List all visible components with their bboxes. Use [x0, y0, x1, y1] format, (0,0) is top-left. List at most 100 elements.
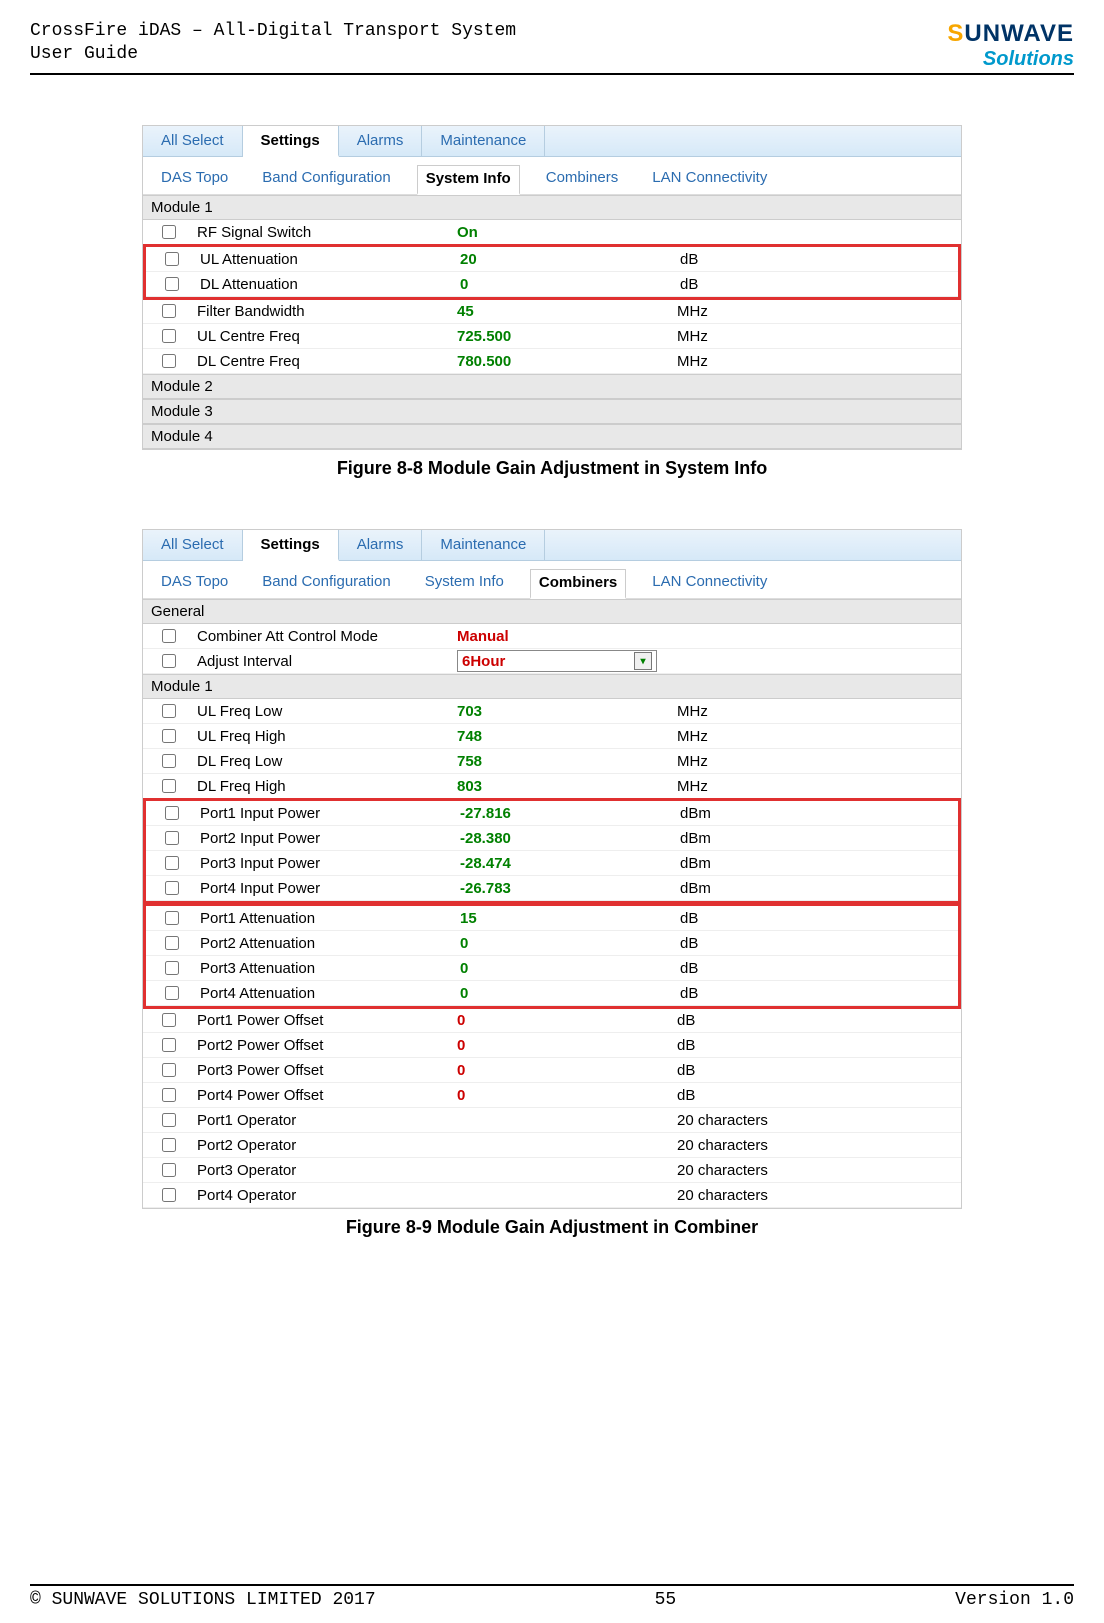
subtab-system-info[interactable]: System Info — [417, 569, 512, 598]
checkbox[interactable] — [162, 1063, 176, 1077]
doc-subtitle: User Guide — [30, 43, 516, 66]
param-label: Port3 Power Offset — [193, 1062, 457, 1079]
param-unit: dB — [680, 985, 820, 1002]
tab-all-select[interactable]: All Select — [143, 530, 243, 560]
param-unit: 20 characters — [677, 1112, 817, 1129]
checkbox[interactable] — [165, 936, 179, 950]
row-p4-att: Port4 Attenuation0dB — [146, 981, 958, 1006]
checkbox[interactable] — [162, 729, 176, 743]
checkbox[interactable] — [162, 754, 176, 768]
param-unit: dB — [680, 251, 820, 268]
tab-maintenance[interactable]: Maintenance — [422, 126, 545, 156]
param-value: 725.500 — [457, 328, 677, 345]
doc-title: CrossFire iDAS – All-Digital Transport S… — [30, 20, 516, 43]
subtab-system-info[interactable]: System Info — [417, 165, 520, 195]
param-value: Manual — [457, 628, 677, 645]
tab-settings[interactable]: Settings — [243, 126, 339, 157]
section-module1[interactable]: Module 1 — [143, 195, 961, 220]
row-p2-op: Port2 Operator20 characters — [143, 1133, 961, 1158]
checkbox[interactable] — [165, 856, 179, 870]
checkbox[interactable] — [165, 986, 179, 1000]
checkbox[interactable] — [162, 779, 176, 793]
param-value: 748 — [457, 728, 677, 745]
param-label: Port1 Input Power — [196, 805, 460, 822]
header-text: CrossFire iDAS – All-Digital Transport S… — [30, 20, 516, 67]
footer-copyright: © SUNWAVE SOLUTIONS LIMITED 2017 — [30, 1590, 376, 1610]
section-module3[interactable]: Module 3 — [143, 399, 961, 424]
chevron-down-icon: ▾ — [634, 652, 652, 670]
param-unit: dB — [680, 910, 820, 927]
subtab-band-config[interactable]: Band Configuration — [254, 569, 398, 598]
row-p1-off: Port1 Power Offset0dB — [143, 1008, 961, 1033]
logo-letter: WAVE — [1001, 20, 1074, 47]
row-dl-centre: DL Centre Freq 780.500 MHz — [143, 349, 961, 374]
subtab-lan[interactable]: LAN Connectivity — [644, 569, 775, 598]
row-p2-att: Port2 Attenuation0dB — [146, 931, 958, 956]
checkbox[interactable] — [162, 1163, 176, 1177]
section-module1[interactable]: Module 1 — [143, 674, 961, 699]
checkbox[interactable] — [165, 831, 179, 845]
row-dl-att: DL Attenuation 0 dB — [146, 272, 958, 297]
checkbox[interactable] — [162, 629, 176, 643]
section-general[interactable]: General — [143, 599, 961, 624]
checkbox[interactable] — [162, 304, 176, 318]
subtab-band-config[interactable]: Band Configuration — [254, 165, 398, 194]
row-p4-op: Port4 Operator20 characters — [143, 1183, 961, 1208]
checkbox[interactable] — [165, 911, 179, 925]
row-p2-off: Port2 Power Offset0dB — [143, 1033, 961, 1058]
checkbox[interactable] — [162, 1113, 176, 1127]
checkbox[interactable] — [162, 329, 176, 343]
checkbox[interactable] — [162, 1013, 176, 1027]
param-label: Port4 Attenuation — [196, 985, 460, 1002]
param-value: 0 — [457, 1012, 677, 1029]
param-label: Port3 Input Power — [196, 855, 460, 872]
subtab-combiners[interactable]: Combiners — [538, 165, 627, 194]
param-unit: MHz — [677, 703, 817, 720]
section-module4[interactable]: Module 4 — [143, 424, 961, 449]
subtab-combiners[interactable]: Combiners — [530, 569, 626, 599]
checkbox[interactable] — [162, 1188, 176, 1202]
subtab-das-topo[interactable]: DAS Topo — [153, 165, 236, 194]
param-unit: dB — [677, 1062, 817, 1079]
checkbox[interactable] — [165, 252, 179, 266]
param-value: 0 — [460, 960, 680, 977]
param-label: Port2 Input Power — [196, 830, 460, 847]
checkbox[interactable] — [162, 704, 176, 718]
param-unit: MHz — [677, 778, 817, 795]
param-value: 0 — [457, 1037, 677, 1054]
top-tabs: All Select Settings Alarms Maintenance — [143, 126, 961, 157]
tab-alarms[interactable]: Alarms — [339, 126, 423, 156]
checkbox[interactable] — [162, 1038, 176, 1052]
checkbox[interactable] — [165, 961, 179, 975]
row-p4-off: Port4 Power Offset0dB — [143, 1083, 961, 1108]
param-label: Port4 Operator — [193, 1187, 457, 1204]
row-p3-in: Port3 Input Power-28.474dBm — [146, 851, 958, 876]
dropdown-adj-interval[interactable]: 6Hour ▾ — [457, 650, 657, 672]
checkbox[interactable] — [162, 1138, 176, 1152]
tab-all-select[interactable]: All Select — [143, 126, 243, 156]
subtab-das-topo[interactable]: DAS Topo — [153, 569, 236, 598]
section-module2[interactable]: Module 2 — [143, 374, 961, 399]
checkbox[interactable] — [162, 1088, 176, 1102]
param-value: 20 — [460, 251, 680, 268]
row-filter-bw: Filter Bandwidth 45 MHz — [143, 299, 961, 324]
checkbox[interactable] — [165, 277, 179, 291]
checkbox[interactable] — [165, 881, 179, 895]
row-p1-op: Port1 Operator20 characters — [143, 1108, 961, 1133]
checkbox[interactable] — [162, 225, 176, 239]
subtab-lan[interactable]: LAN Connectivity — [644, 165, 775, 194]
checkbox[interactable] — [162, 354, 176, 368]
row-dl-low: DL Freq Low758MHz — [143, 749, 961, 774]
param-label: DL Centre Freq — [193, 353, 457, 370]
sub-tabs: DAS Topo Band Configuration System Info … — [143, 157, 961, 195]
tab-maintenance[interactable]: Maintenance — [422, 530, 545, 560]
row-p3-att: Port3 Attenuation0dB — [146, 956, 958, 981]
checkbox[interactable] — [162, 654, 176, 668]
checkbox[interactable] — [165, 806, 179, 820]
tab-alarms[interactable]: Alarms — [339, 530, 423, 560]
param-label: Port2 Operator — [193, 1137, 457, 1154]
tab-settings[interactable]: Settings — [243, 530, 339, 561]
param-value: 45 — [457, 303, 677, 320]
param-value: 803 — [457, 778, 677, 795]
param-unit: MHz — [677, 753, 817, 770]
